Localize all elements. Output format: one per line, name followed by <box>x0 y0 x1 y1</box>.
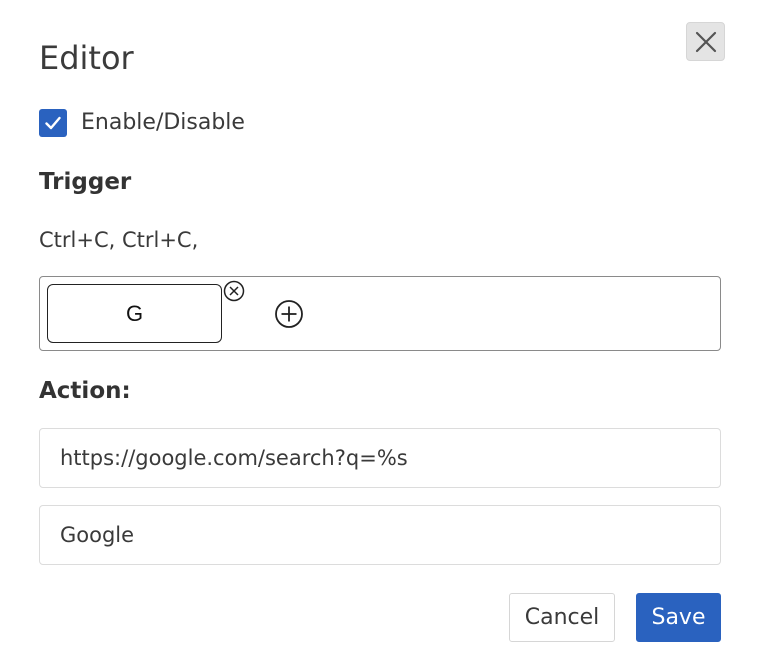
circle-plus-icon[interactable] <box>274 299 304 329</box>
action-url-input[interactable] <box>39 428 721 488</box>
close-button[interactable] <box>686 22 725 61</box>
save-button[interactable]: Save <box>636 593 721 642</box>
trigger-key-box: G <box>39 276 721 351</box>
trigger-sequence-text: Ctrl+C, Ctrl+C, <box>39 228 199 252</box>
action-name-input[interactable] <box>39 505 721 565</box>
key-chip[interactable]: G <box>47 284 222 343</box>
enable-label: Enable/Disable <box>81 110 245 135</box>
trigger-heading: Trigger <box>39 169 132 195</box>
dialog-title: Editor <box>39 39 134 77</box>
editor-dialog: Editor Enable/Disable Trigger Ctrl+C, Ct… <box>0 0 758 671</box>
enable-toggle-row[interactable]: Enable/Disable <box>39 108 245 138</box>
close-icon <box>695 31 716 52</box>
checkmark-icon <box>45 116 61 130</box>
cancel-button[interactable]: Cancel <box>509 593 615 642</box>
circle-x-icon[interactable] <box>223 280 245 302</box>
enable-checkbox[interactable] <box>39 109 67 137</box>
action-heading: Action: <box>39 378 131 404</box>
